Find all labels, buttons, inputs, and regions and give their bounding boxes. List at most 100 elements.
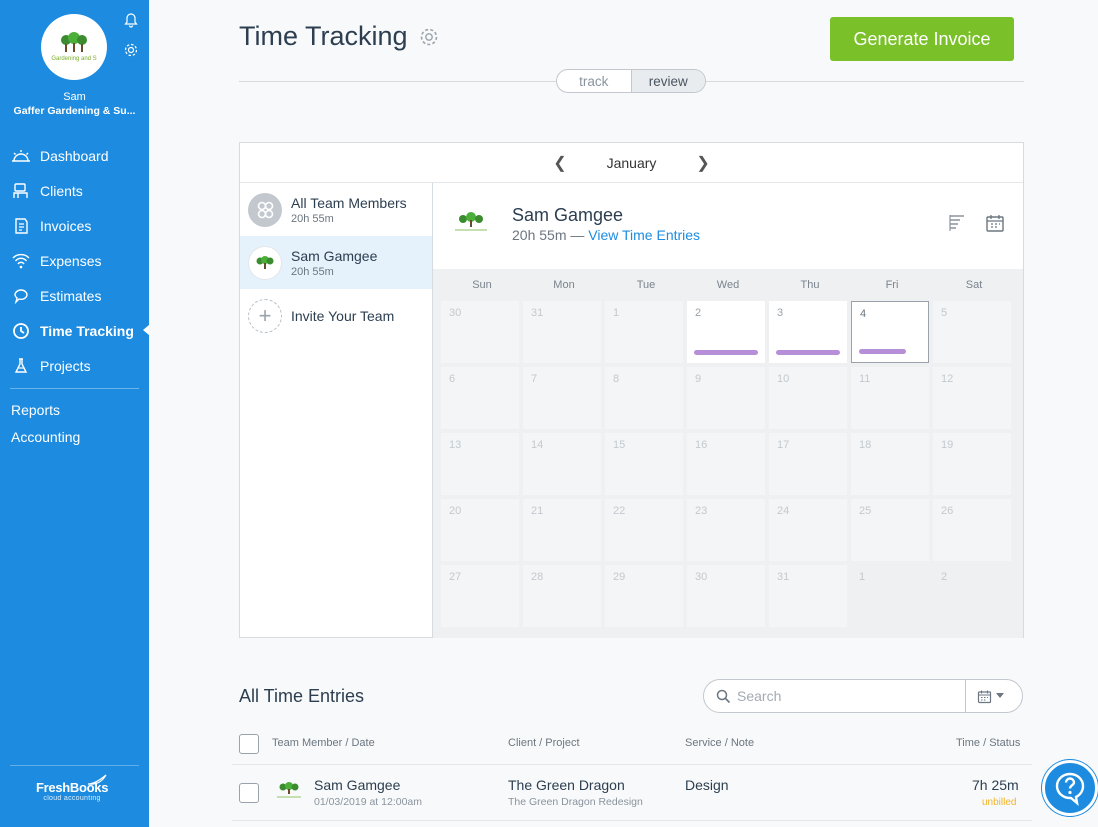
invite-team-button[interactable]: + Invite Your Team xyxy=(240,289,432,342)
calendar-icon xyxy=(977,690,992,703)
nav-label: Projects xyxy=(40,357,91,374)
link-reports[interactable]: Reports xyxy=(0,397,149,424)
time-entry-bar[interactable] xyxy=(776,350,840,355)
member-hours: 20h 55m xyxy=(291,265,334,278)
chevron-left-icon[interactable]: ❮ xyxy=(553,153,566,173)
row-status-badge: unbilled xyxy=(982,797,1017,808)
calendar-day[interactable]: 1 xyxy=(605,301,683,363)
selected-member-hours: 20h 55m xyxy=(512,227,567,243)
tree-logo-icon xyxy=(455,212,487,231)
nav-estimates[interactable]: Estimates xyxy=(0,278,149,313)
column-header-time[interactable]: Time / Status xyxy=(956,737,1020,749)
calendar-day-today[interactable]: 4 xyxy=(851,301,929,363)
calendar-day[interactable]: 21 xyxy=(523,499,601,561)
column-header-client[interactable]: Client / Project xyxy=(508,737,580,749)
search-input[interactable] xyxy=(737,688,965,704)
calendar-day[interactable]: 14 xyxy=(523,433,601,495)
column-header-member[interactable]: Team Member / Date xyxy=(272,737,375,749)
calendar-day[interactable]: 23 xyxy=(687,499,765,561)
bell-icon[interactable] xyxy=(123,12,139,28)
nav-invoices[interactable]: Invoices xyxy=(0,208,149,243)
time-entry-bar[interactable] xyxy=(859,349,906,354)
select-all-checkbox[interactable] xyxy=(239,734,259,754)
clients-icon xyxy=(10,182,32,200)
calendar-grid: 30 31 1 2 3 4 5 6 7 8 9 10 11 12 13 14 1… xyxy=(441,301,1015,627)
calendar-day[interactable]: 31 xyxy=(523,301,601,363)
calendar-day[interactable]: 10 xyxy=(769,367,847,429)
month-label: January xyxy=(606,154,657,171)
calendar-day[interactable]: 31 xyxy=(769,565,847,627)
calendar-day[interactable]: 26 xyxy=(933,499,1011,561)
calendar-day[interactable]: 19 xyxy=(933,433,1011,495)
calendar-day[interactable]: 20 xyxy=(441,499,519,561)
link-accounting[interactable]: Accounting xyxy=(0,424,149,451)
view-time-entries-link[interactable]: View Time Entries xyxy=(588,227,700,243)
nav-expenses[interactable]: Expenses xyxy=(0,243,149,278)
calendar-view-icon[interactable] xyxy=(985,213,1005,233)
calendar-day[interactable]: 29 xyxy=(605,565,683,627)
row-project: The Green Dragon Redesign xyxy=(508,796,643,808)
help-button[interactable] xyxy=(1042,760,1098,816)
day-number: 4 xyxy=(860,308,867,320)
calendar-day[interactable]: 30 xyxy=(441,301,519,363)
calendar-day[interactable]: 13 xyxy=(441,433,519,495)
generate-invoice-button[interactable]: Generate Invoice xyxy=(830,17,1014,61)
calendar-area: Sam Gamgee 20h 55m — View Time Entries S… xyxy=(433,183,1023,638)
member-name: Sam Gamgee xyxy=(291,247,378,264)
calendar-day[interactable]: 25 xyxy=(851,499,929,561)
time-entry-bar[interactable] xyxy=(694,350,758,355)
summary-separator: — xyxy=(566,227,589,243)
settings-gear-icon[interactable] xyxy=(418,26,440,48)
calendar-day[interactable]: 1 xyxy=(851,565,929,627)
calendar-day[interactable]: 12 xyxy=(933,367,1011,429)
team-member-all[interactable]: All Team Members 20h 55m xyxy=(240,183,432,236)
calendar-day[interactable]: 7 xyxy=(523,367,601,429)
nav-dashboard[interactable]: Dashboard xyxy=(0,138,149,173)
column-header-service[interactable]: Service / Note xyxy=(685,737,754,749)
calendar-day[interactable]: 16 xyxy=(687,433,765,495)
nav-label: Dashboard xyxy=(40,147,109,164)
calendar-day[interactable]: 30 xyxy=(687,565,765,627)
nav-clients[interactable]: Clients xyxy=(0,173,149,208)
calendar-day[interactable]: 28 xyxy=(523,565,601,627)
calendar-day-with-entry[interactable]: 2 xyxy=(687,301,765,363)
nav-projects[interactable]: Projects xyxy=(0,348,149,383)
tree-logo-icon xyxy=(256,255,274,269)
calendar-day[interactable]: 6 xyxy=(441,367,519,429)
member-logo xyxy=(451,210,491,239)
calendar-day[interactable]: 27 xyxy=(441,565,519,627)
row-checkbox[interactable] xyxy=(239,783,259,803)
day-number: 2 xyxy=(695,307,702,319)
calendar-day-with-entry[interactable]: 3 xyxy=(769,301,847,363)
question-chat-icon xyxy=(1055,772,1085,806)
search-box xyxy=(703,679,1023,713)
calendar-day[interactable]: 9 xyxy=(687,367,765,429)
business-logo[interactable]: Gardening and S xyxy=(41,14,107,80)
calendar-day[interactable]: 2 xyxy=(933,565,1011,627)
toggle-review[interactable]: review xyxy=(630,70,705,92)
toggle-track[interactable]: track xyxy=(557,70,631,92)
brand-subtitle: cloud accounting xyxy=(43,795,101,802)
nav-label: Clients xyxy=(40,182,83,199)
chevron-right-icon[interactable]: ❯ xyxy=(696,153,709,173)
calendar-day[interactable]: 8 xyxy=(605,367,683,429)
calendar-day[interactable]: 24 xyxy=(769,499,847,561)
calendar-day[interactable]: 11 xyxy=(851,367,929,429)
gear-icon[interactable] xyxy=(123,42,139,58)
calendar-day[interactable]: 22 xyxy=(605,499,683,561)
row-member-name: Sam Gamgee xyxy=(314,777,401,793)
estimates-icon xyxy=(10,287,32,305)
timeline-view-icon[interactable] xyxy=(947,213,967,233)
day-header: Tue xyxy=(636,279,656,291)
business-name[interactable]: Gaffer Gardening & Su... xyxy=(0,104,149,118)
calendar-day[interactable]: 18 xyxy=(851,433,929,495)
calendar-day[interactable]: 5 xyxy=(933,301,1011,363)
search-icon xyxy=(716,689,731,704)
selected-member-name: Sam Gamgee xyxy=(512,205,624,225)
team-avatar-icon xyxy=(248,192,282,227)
calendar-day[interactable]: 17 xyxy=(769,433,847,495)
team-member-sam[interactable]: Sam Gamgee 20h 55m xyxy=(240,236,432,289)
date-filter-dropdown[interactable] xyxy=(965,680,1015,712)
nav-time-tracking[interactable]: Time Tracking xyxy=(0,313,149,348)
calendar-day[interactable]: 15 xyxy=(605,433,683,495)
